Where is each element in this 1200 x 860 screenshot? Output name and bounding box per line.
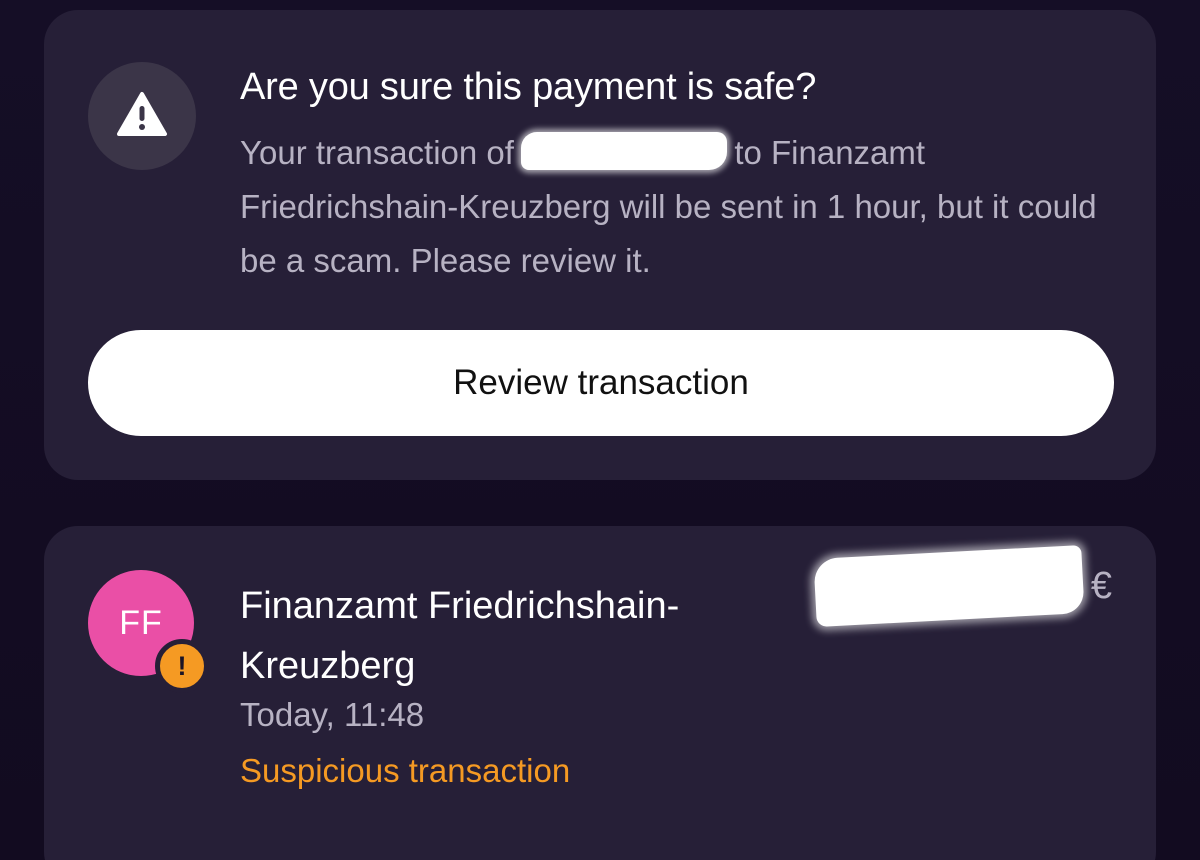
transaction-time: Today, 11:48: [240, 696, 425, 733]
avatar-initials: FF: [119, 603, 163, 642]
scam-warning-card: Are you sure this payment is safe? Your …: [44, 10, 1156, 480]
warning-title: Are you sure this payment is safe?: [240, 66, 817, 108]
app-screen: Are you sure this payment is safe? Your …: [0, 0, 1200, 860]
redacted-amount-value: [813, 545, 1085, 627]
warning-message: Your transaction of to Finanzamt Friedri…: [240, 126, 1120, 288]
exclamation-badge-icon: !: [155, 639, 209, 693]
transaction-status: Suspicious transaction: [240, 752, 571, 789]
transaction-list-item[interactable]: FF ! Finanzamt Friedrichshain-Kreuzberg …: [44, 526, 1156, 860]
review-transaction-button[interactable]: Review transaction: [88, 330, 1114, 436]
warning-message-prefix: Your transaction of: [240, 134, 514, 171]
warning-icon-circle: [88, 62, 196, 170]
transaction-amount: €: [813, 545, 1112, 627]
merchant-name: Finanzamt Friedrichshain-Kreuzberg: [240, 585, 680, 687]
warning-triangle-icon: [116, 91, 168, 142]
currency-symbol: €: [1090, 564, 1112, 607]
redacted-amount: [521, 132, 728, 170]
